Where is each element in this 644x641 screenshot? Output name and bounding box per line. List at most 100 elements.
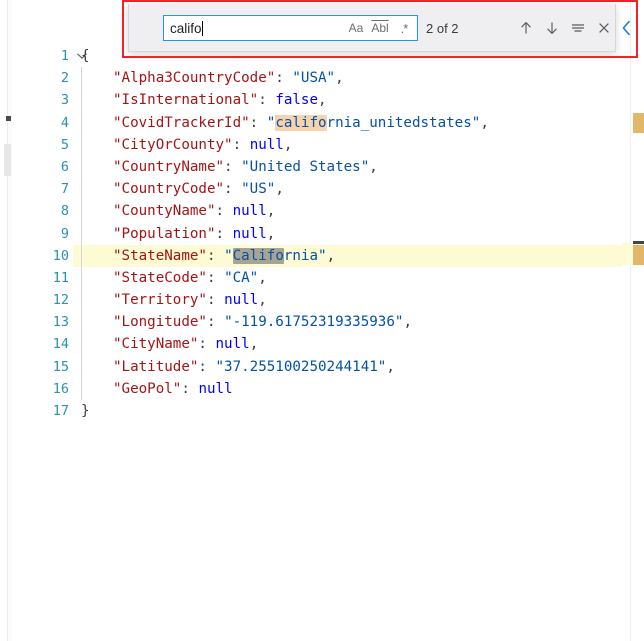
json-punctuation: : [206, 247, 225, 264]
json-string: rnia_unitedstates" [326, 114, 481, 131]
code-line-text: "CountryName": "United States", [81, 159, 378, 175]
find-widget[interactable]: califo Aa Abl .* 2 of 2 [128, 4, 631, 52]
code-content[interactable]: { "Alpha3CountryCode": "USA", "IsInternati… [73, 45, 622, 422]
json-punctuation: , [403, 314, 412, 331]
json-key: "CountryName" [113, 158, 225, 175]
code-line[interactable]: "GeoPol": null [73, 377, 622, 400]
code-line[interactable]: "StateName": "California", [73, 244, 622, 267]
find-input-container[interactable]: califo Aa Abl .* [163, 15, 418, 41]
json-key: null [249, 136, 284, 153]
match-count-label: 2 of 2 [426, 21, 459, 36]
overview-ruler-track [630, 0, 631, 641]
json-key: null [232, 203, 267, 220]
line-number: 7 [60, 181, 69, 198]
indent-guide [81, 377, 82, 400]
indent-guide [81, 289, 82, 312]
code-line[interactable]: "IsInternational": false, [73, 89, 622, 112]
current-match-mark[interactable] [633, 245, 644, 265]
indent-guide [81, 311, 82, 334]
json-key: "CityName" [113, 336, 199, 353]
json-punctuation: : [215, 203, 233, 220]
json-string: "-119.61752319335936" [224, 314, 404, 331]
json-punctuation: , [283, 136, 293, 153]
code-line[interactable]: "Territory": null, [73, 289, 622, 312]
code-line[interactable]: "StateCode": "CA", [73, 266, 622, 290]
json-punctuation: , [480, 114, 489, 131]
json-string: rnia" [283, 247, 327, 264]
text-caret [201, 20, 203, 36]
code-line-text: "Latitude": "37.255100250244141", [81, 359, 395, 375]
json-punctuation: : [206, 292, 225, 309]
json-key: null [198, 380, 233, 397]
code-line[interactable]: "Latitude": "37.255100250244141", [73, 355, 622, 378]
code-line[interactable]: "CityOrCounty": null, [73, 133, 622, 156]
json-punctuation: , [266, 225, 276, 242]
whole-word-icon[interactable]: Abl [369, 18, 391, 38]
regex-icon[interactable]: .* [393, 18, 415, 38]
code-line[interactable]: "Longitude": "-119.61752319335936", [73, 311, 622, 334]
json-key: "Alpha3CountryCode" [113, 70, 276, 87]
code-line-text: "StateCode": "CA", [81, 270, 267, 286]
json-punctuation: , [266, 203, 276, 220]
line-number: 8 [60, 203, 69, 220]
code-line[interactable]: "CovidTrackerId": "california_unitedstat… [73, 111, 622, 134]
json-punctuation: { [81, 48, 90, 64]
json-punctuation: , [275, 181, 284, 198]
code-line[interactable]: "Population": null, [73, 222, 622, 245]
json-punctuation: : [224, 158, 242, 175]
indent-guide [81, 67, 82, 90]
json-key: "Territory" [113, 292, 207, 309]
toggle-replace-button[interactable] [618, 17, 636, 39]
search-match-mark[interactable] [633, 113, 644, 133]
previous-match-button[interactable] [515, 17, 537, 39]
find-in-selection-button[interactable] [567, 17, 589, 39]
json-punctuation: : [249, 114, 267, 131]
json-punctuation: , [335, 70, 344, 87]
code-line-text: { [81, 48, 90, 64]
json-punctuation: : [206, 269, 225, 286]
code-line[interactable]: "Alpha3CountryCode": "USA", [73, 67, 622, 90]
overview-ruler[interactable] [622, 0, 644, 641]
json-string: "US" [241, 181, 276, 198]
json-string: "United States" [241, 158, 370, 175]
line-number: 15 [52, 358, 69, 375]
code-line-text: "CountryCode": "US", [81, 181, 284, 197]
code-line[interactable]: "CityName": null, [73, 333, 622, 356]
line-number: 4 [60, 114, 69, 131]
lines-icon [572, 24, 584, 32]
line-number: 13 [52, 314, 69, 331]
json-punctuation: , [326, 247, 336, 264]
search-input[interactable]: califo [164, 20, 345, 36]
line-number: 12 [52, 292, 69, 309]
json-punctuation: , [318, 92, 327, 109]
next-match-button[interactable] [541, 17, 563, 39]
json-punctuation: } [81, 403, 90, 419]
match-case-icon[interactable]: Aa [345, 18, 367, 38]
code-line[interactable]: "CountyName": null, [73, 200, 622, 223]
overview-current-line-band [622, 243, 633, 265]
arrow-down-icon [547, 22, 557, 34]
code-line-text: "GeoPol": null [81, 381, 233, 397]
left-scrollbar-slider[interactable] [4, 144, 11, 176]
code-line[interactable]: "CountryCode": "US", [73, 178, 622, 201]
chevron-left-icon [622, 20, 631, 36]
line-number: 5 [60, 136, 69, 153]
code-editor[interactable]: 1 2 3 4 5 6 7 8 9 10 11 12 13 14 15 16 17 {"Alpha3Countr… [0, 0, 644, 641]
code-line-text: "IsInternational": false, [81, 92, 327, 108]
code-line-text: "CountyName": null, [81, 203, 275, 219]
indent-guide [81, 244, 82, 267]
close-find-button[interactable] [593, 17, 615, 39]
code-line-text: "Population": null, [81, 226, 275, 242]
indent-guide [81, 266, 82, 290]
code-line-text: "StateName": "California", [81, 247, 336, 264]
code-line-text: "CityOrCounty": null, [81, 137, 292, 153]
indent-guide [81, 178, 82, 201]
code-line[interactable]: "CountryName": "United States", [73, 155, 622, 179]
code-line[interactable]: } [73, 400, 622, 422]
json-punctuation: : [224, 181, 242, 198]
json-key: null [224, 292, 259, 309]
json-key: "CountyName" [113, 203, 216, 220]
json-punctuation: , [258, 269, 267, 286]
json-key: null [215, 336, 250, 353]
search-match: califo [275, 114, 327, 131]
